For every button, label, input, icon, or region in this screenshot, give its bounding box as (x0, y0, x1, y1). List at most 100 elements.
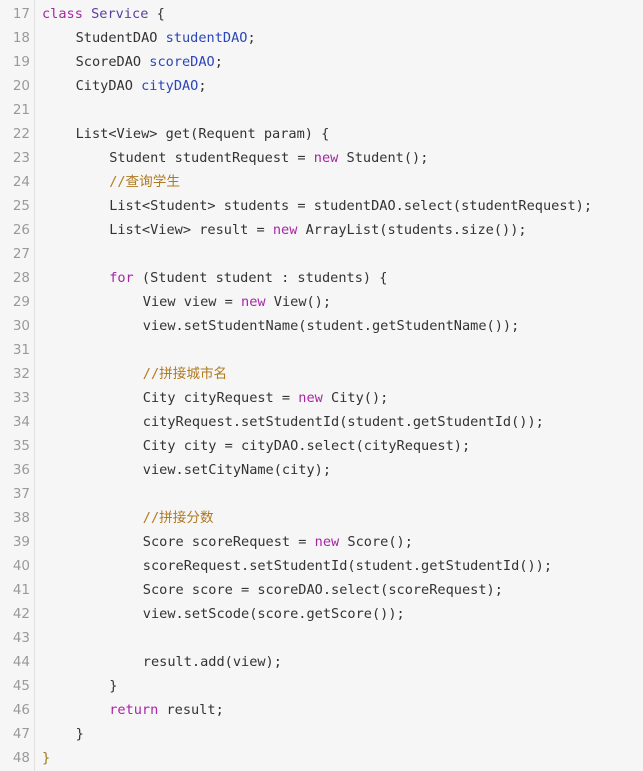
line-number: 37 (12, 486, 30, 502)
code-token-comment: //拼接分数 (142, 510, 214, 526)
code-token-kw: return (109, 702, 159, 718)
line-number: 21 (12, 102, 30, 118)
code-token-plain: ScoreDAO (75, 54, 150, 70)
line-code: } (109, 674, 117, 698)
line-number: 44 (12, 654, 30, 670)
line-number: 47 (12, 726, 30, 742)
line-number: 25 (12, 198, 30, 214)
code-token-plain: view.setScode(score.getScore()); (142, 606, 405, 622)
code-line: 48} (0, 746, 643, 770)
line-number: 26 (12, 222, 30, 238)
line-code: //拼接城市名 (143, 362, 227, 386)
line-code: //查询学生 (109, 170, 180, 194)
code-line: 41 Score score = scoreDAO.select(scoreReq… (0, 578, 643, 602)
line-code: View view = new View(); (143, 290, 331, 314)
code-line: 34 cityRequest.setStudentId(student.getSt… (0, 410, 643, 434)
code-token-plain: (Student student : students) { (133, 270, 388, 286)
line-code: City city = cityDAO.select(cityRequest); (143, 434, 470, 458)
line-code: List<Student> students = studentDAO.sele… (109, 194, 592, 218)
code-line: 32 //拼接城市名 (0, 362, 643, 386)
line-code: CityDAO cityDAO; (76, 74, 207, 98)
line-number: 20 (12, 78, 30, 94)
code-token-field: cityDAO (141, 78, 199, 94)
line-code: class Service { (42, 2, 165, 26)
line-code: List<View> result = new ArrayList(studen… (109, 218, 526, 242)
code-line: 29 View view = new View(); (0, 290, 643, 314)
line-number: 29 (12, 294, 30, 310)
code-line: 33 City cityRequest = new City(); (0, 386, 643, 410)
code-token-kw: new (298, 390, 323, 406)
line-number: 28 (12, 270, 30, 286)
line-code: view.setCityName(city); (143, 458, 331, 482)
line-number: 38 (12, 510, 30, 526)
line-number: 43 (12, 630, 30, 646)
code-line: 23 Student studentRequest = new Student()… (0, 146, 643, 170)
line-number: 48 (12, 750, 30, 766)
code-line: 21 (0, 98, 643, 122)
line-code: Score scoreRequest = new Score(); (143, 530, 413, 554)
line-code: Student studentRequest = new Student(); (109, 146, 428, 170)
code-line: 31 (0, 338, 643, 362)
code-line: 45} (0, 674, 643, 698)
line-number: 33 (12, 390, 30, 406)
line-number: 23 (12, 150, 30, 166)
code-line: 18 StudentDAO studentDAO; (0, 26, 643, 50)
line-number: 35 (12, 438, 30, 454)
code-token-kw: new (314, 534, 340, 550)
line-number: 24 (12, 174, 30, 190)
line-number: 31 (12, 342, 30, 358)
code-token-field: studentDAO (165, 30, 248, 46)
code-token-plain: result; (158, 702, 224, 718)
line-number: 30 (12, 318, 30, 334)
code-line: 40 scoreRequest.setStudentId(student.getS… (0, 554, 643, 578)
line-number: 40 (12, 558, 30, 574)
line-code: view.setStudentName(student.getStudentNa… (143, 314, 519, 338)
line-number: 41 (12, 582, 30, 598)
line-number: 36 (12, 462, 30, 478)
code-token-plain: result.add(view); (142, 654, 282, 670)
line-code: City cityRequest = new City(); (143, 386, 389, 410)
code-token-plain: Score score = scoreDAO.select(scoreReque… (142, 582, 503, 598)
line-code: result.add(view); (143, 650, 282, 674)
line-code: } (76, 722, 84, 746)
line-code: return result; (109, 698, 224, 722)
line-number: 42 (12, 606, 30, 622)
line-number: 39 (12, 534, 30, 550)
code-token-plain: { (148, 6, 165, 22)
code-token-plain: Student studentRequest = (109, 150, 314, 166)
code-line: 36 view.setCityName(city); (0, 458, 643, 482)
code-token-plain: List<View> result = (109, 222, 273, 238)
code-token-cls: Service (91, 6, 149, 22)
code-line: 30 view.setStudentName(student.getStudent… (0, 314, 643, 338)
line-number: 45 (12, 678, 30, 694)
code-token-plain: StudentDAO (75, 30, 166, 46)
code-line: 25 List<Student> students = studentDAO.se… (0, 194, 643, 218)
line-number: 32 (12, 366, 30, 382)
code-token-plain: scoreRequest.setStudentId(student.getStu… (142, 558, 553, 574)
code-token-field: scoreDAO (149, 54, 215, 70)
code-line: 39 Score scoreRequest = new Score(); (0, 530, 643, 554)
code-token-plain: View(); (265, 294, 332, 310)
line-code: ScoreDAO scoreDAO; (76, 50, 223, 74)
code-token-plain: Student(); (338, 150, 429, 166)
code-line: 44 result.add(view); (0, 650, 643, 674)
code-line: 22 List<View> get(Requent param) { (0, 122, 643, 146)
code-line: 27 (0, 242, 643, 266)
code-token-plain: ; (247, 30, 256, 46)
code-line: 37 (0, 482, 643, 506)
line-code: for (Student student : students) { (109, 266, 387, 290)
code-token-comment: //拼接城市名 (142, 366, 228, 382)
code-token-plain: Score scoreRequest = (142, 534, 315, 550)
code-line: 47} (0, 722, 643, 746)
code-token-plain: } (109, 678, 118, 694)
code-token-plain: Score(); (339, 534, 413, 550)
code-token-plain: View view = (142, 294, 242, 310)
code-token-plain: view.setStudentName(student.getStudentNa… (142, 318, 520, 334)
line-code: cityRequest.setStudentId(student.getStud… (143, 410, 544, 434)
code-token-plain: List<View> get(Requent param) { (75, 126, 330, 142)
line-number: 46 (12, 702, 30, 718)
code-line: 17 class Service { (0, 2, 643, 26)
line-number: 27 (12, 246, 30, 262)
line-code: view.setScode(score.getScore()); (143, 602, 405, 626)
